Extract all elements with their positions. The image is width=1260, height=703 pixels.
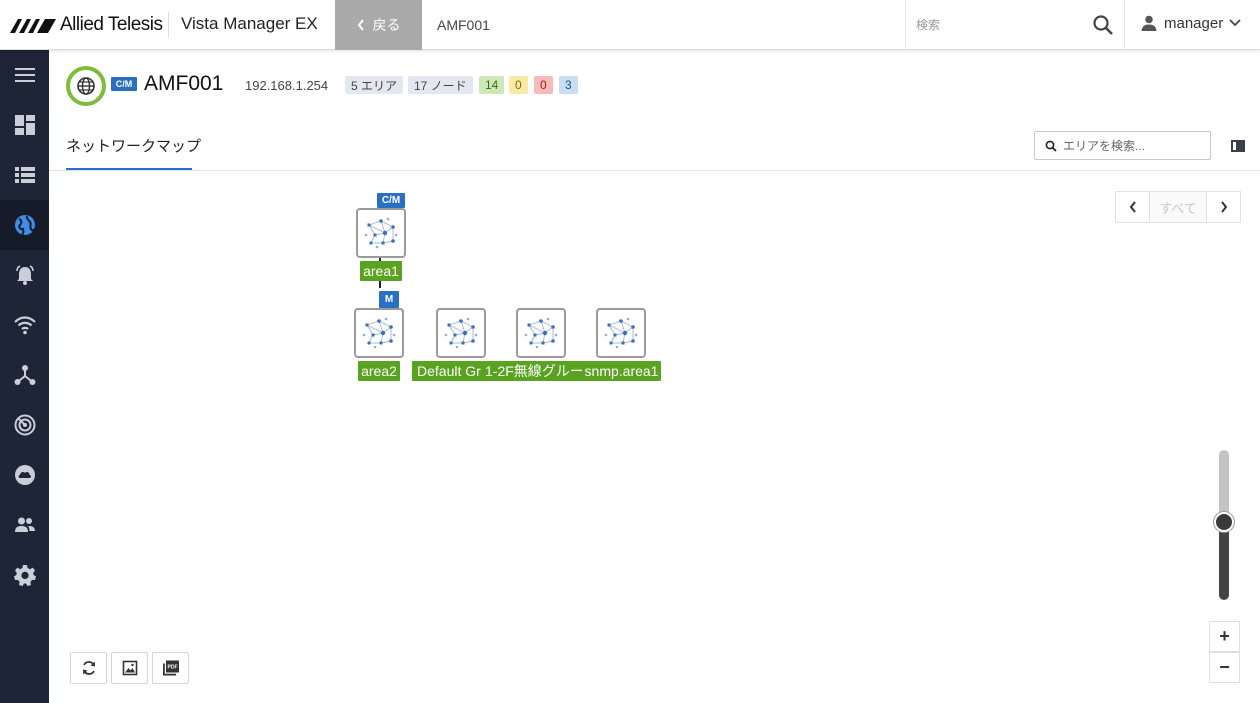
zoom-slider-fill — [1219, 522, 1229, 600]
export-pdf-button[interactable]: PDF — [152, 652, 189, 684]
area-node-area1[interactable] — [356, 208, 406, 258]
role-badge: M — [379, 291, 399, 308]
wifi-icon — [13, 316, 36, 335]
sidebar-item-menu[interactable] — [0, 50, 49, 100]
sidebar-item-users[interactable] — [0, 500, 49, 550]
user-name: manager — [1164, 14, 1224, 32]
area-node-label[interactable]: Default Gr — [412, 361, 484, 381]
dashboard-icon — [14, 115, 35, 135]
breadcrumb: AMF001 — [437, 17, 490, 33]
previous-page-button[interactable] — [1116, 192, 1149, 222]
area-node-label[interactable]: area1 — [360, 261, 402, 281]
status-ok-badge: 14 — [479, 76, 505, 94]
side-panel-toggle-icon[interactable] — [1230, 138, 1246, 154]
alarm-bell-icon — [15, 265, 34, 285]
area-node-label[interactable]: area2 — [358, 361, 400, 381]
pdf-icon: PDF — [162, 660, 179, 676]
sidebar-item-wireless[interactable] — [0, 300, 49, 350]
area-node-snmp-area1[interactable] — [596, 308, 646, 358]
node-count-badge: 17 ノード — [408, 76, 473, 94]
status-warning-badge: 0 — [509, 76, 528, 94]
globe-icon — [14, 215, 35, 236]
area-node-label[interactable]: snmp.area1 — [582, 361, 661, 381]
topology-icon — [14, 365, 35, 385]
chevron-left-icon — [1129, 201, 1136, 213]
refresh-icon — [82, 661, 95, 675]
global-search — [905, 0, 1125, 50]
menu-icon — [14, 68, 35, 82]
page-title: AMF001 — [144, 72, 224, 95]
tab-network-map[interactable]: ネットワークマップ — [66, 135, 201, 156]
network-cluster-icon — [524, 317, 558, 349]
svg-text:PDF: PDF — [167, 665, 177, 671]
network-cluster-icon — [362, 317, 396, 349]
next-page-button[interactable] — [1207, 192, 1240, 222]
chevron-left-icon — [357, 19, 364, 31]
product-name: Vista Manager EX — [181, 14, 318, 33]
radar-icon — [14, 414, 35, 436]
status-error-badge: 0 — [534, 76, 553, 94]
allied-telesis-logo-icon — [10, 19, 56, 33]
global-search-input[interactable] — [916, 13, 1076, 37]
network-cluster-icon — [444, 317, 478, 349]
zoom-in-button[interactable]: + — [1209, 621, 1240, 652]
area-node-area2[interactable] — [354, 308, 404, 358]
users-icon — [14, 517, 35, 532]
sidebar-item-settings[interactable] — [0, 550, 49, 600]
image-icon — [122, 660, 137, 676]
search-icon — [1045, 140, 1057, 152]
sidebar-item-list[interactable] — [0, 150, 49, 200]
map-pager: すべて — [1115, 191, 1241, 223]
sidebar — [0, 50, 49, 703]
network-cluster-icon — [364, 217, 398, 249]
globe-icon — [77, 77, 95, 95]
sidebar-item-dashboard[interactable] — [0, 100, 49, 150]
export-image-button[interactable] — [111, 652, 148, 684]
top-bar: Allied Telesis Vista Manager EX 戻る AMF00… — [0, 0, 1260, 50]
refresh-button[interactable] — [70, 652, 107, 684]
chevron-right-icon — [1220, 201, 1227, 213]
area-count-badge: 5 エリア — [345, 76, 404, 94]
sidebar-item-monitor[interactable] — [0, 400, 49, 450]
cloud-icon — [14, 465, 35, 485]
zoom-slider-handle[interactable] — [1214, 512, 1234, 532]
role-badge: C/M — [377, 193, 405, 208]
area-node-default-group[interactable] — [436, 308, 486, 358]
logo-divider — [168, 12, 169, 38]
network-cluster-icon — [604, 317, 638, 349]
sidebar-item-alarms[interactable] — [0, 250, 49, 300]
settings-icon — [13, 565, 36, 586]
back-button[interactable]: 戻る — [335, 0, 422, 50]
zoom-out-button[interactable]: − — [1209, 652, 1240, 683]
sidebar-item-network[interactable] — [0, 200, 49, 250]
status-info-badge: 3 — [559, 76, 578, 94]
area-node-1-2f-wireless[interactable] — [516, 308, 566, 358]
back-button-label: 戻る — [372, 17, 401, 33]
user-icon — [1141, 15, 1157, 31]
ip-address: 192.168.1.254 — [245, 78, 329, 93]
search-icon[interactable] — [1092, 14, 1114, 36]
role-badge: C/M — [111, 77, 137, 91]
brand-name: Allied Telesis — [60, 14, 163, 35]
tabs-divider — [49, 170, 1260, 171]
sidebar-item-topology[interactable] — [0, 350, 49, 400]
area-search — [1034, 131, 1211, 160]
chevron-down-icon — [1229, 19, 1241, 27]
list-icon — [14, 167, 35, 183]
pager-label: すべて — [1149, 192, 1207, 222]
brand-logo[interactable]: Allied Telesis — [10, 14, 163, 36]
user-menu[interactable]: manager — [1140, 14, 1241, 32]
area-search-input[interactable] — [1063, 138, 1203, 153]
sidebar-item-cloud[interactable] — [0, 450, 49, 500]
network-status-indicator — [66, 66, 106, 106]
